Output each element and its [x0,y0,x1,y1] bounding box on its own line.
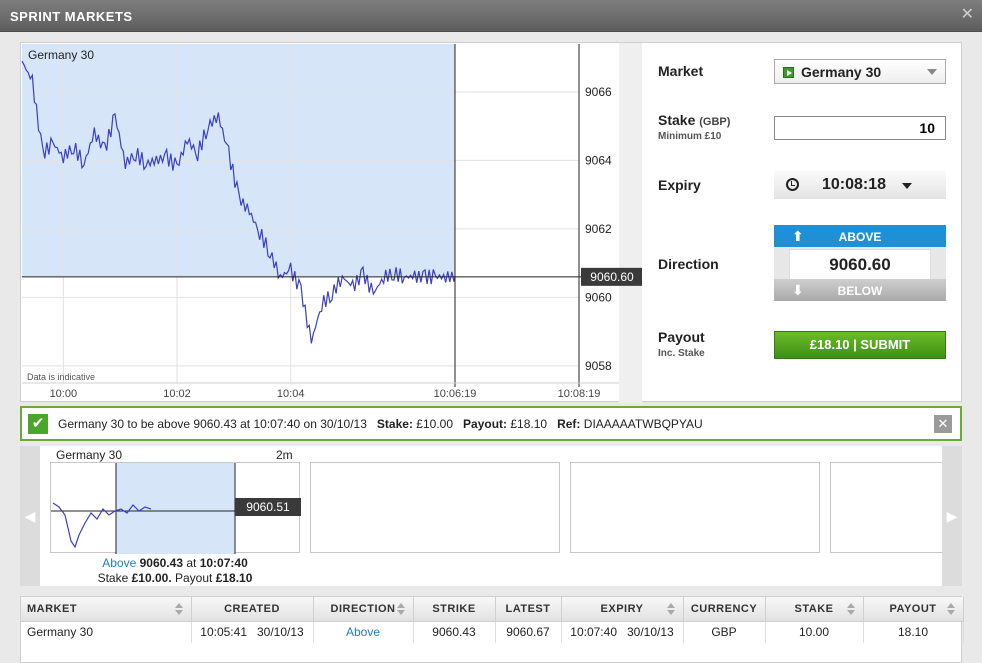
payout-label: Payout [658,329,705,345]
x-tick-label: 10:08:19 [558,388,601,400]
title-bar: SPRINT MARKETS ✕ [0,0,982,32]
mini-position-line2: Stake £10.00. Payout £18.10 [97,571,253,585]
y-tick-label: 9060 [585,290,612,304]
x-tick-label: 10:02 [163,388,191,400]
empty-slot [310,462,560,553]
submit-button[interactable]: £18.10 | SUBMIT [774,331,946,359]
above-label: ABOVE [838,230,882,244]
stake-input[interactable] [774,116,946,140]
mini-above-zone [116,463,235,554]
empty-slot [570,462,820,553]
cell-latest: 9060.67 [495,621,562,643]
col-currency[interactable]: CURRENCY [683,597,766,622]
window-title: SPRINT MARKETS [10,9,133,24]
x-tick-label: 10:00 [50,388,78,400]
expiry-value: 10:08:18 [822,176,887,193]
confirmation-bar: ✔ Germany 30 to be above 9060.43 at 10:0… [20,406,962,441]
cell-created: 10:05:41 30/10/13 [191,621,314,643]
col-created[interactable]: CREATED [191,597,314,622]
stake-unit: (GBP) [699,116,731,128]
y-tick-label: 9062 [585,222,612,236]
col-stake[interactable]: STAKE [765,597,864,622]
expiry-label: Expiry [658,177,701,193]
x-tick-label: 10:06:19 [434,388,477,400]
table-row[interactable]: Germany 30 10:05:41 30/10/13 Above 9060.… [21,621,964,643]
carousel-prev-icon[interactable]: ◀ [20,446,40,586]
mini-chart-svg: 9060.51 [51,463,301,554]
below-button[interactable]: ⬇ BELOW [774,279,946,301]
col-market[interactable]: MARKET [21,597,192,622]
positions-carousel: ◀ ▶ Germany 30 2m 9060.51 Above 9060.43 … [20,446,962,586]
mini-chart-duration: 2m [276,448,293,462]
cell-expiry: 10:07:40 30/10/13 [561,621,684,643]
trade-panel: Market Germany 30 Stake (GBP) Minimum £1… [642,42,962,402]
chevron-down-icon [902,183,912,189]
stake-label: Stake (GBP) [658,112,731,128]
expiry-select[interactable]: 10:08:18 [774,171,946,199]
col-direction[interactable]: DIRECTION [313,597,414,622]
cell-payout: 18.10 [863,621,964,643]
close-icon[interactable]: ✕ [961,7,974,23]
price-tag-label: 9060.60 [590,270,634,284]
market-select[interactable]: Germany 30 [774,59,946,84]
sort-icon [846,603,855,615]
col-expiry[interactable]: EXPIRY [561,597,684,622]
col-strike[interactable]: STRIKE [413,597,496,622]
cell-market: Germany 30 [21,621,192,643]
confirmation-message: Germany 30 to be above 9060.43 at 10:07:… [58,417,703,431]
col-latest[interactable]: LATEST [495,597,562,622]
y-tick-label: 9064 [585,153,612,167]
main-chart[interactable]: 9066 9064 9062 9060 9058 10:00 10:02 10:04 10:06… [20,42,643,403]
indicative-note: Data is indicative [27,372,96,382]
sort-icon [666,603,675,615]
dismiss-icon[interactable]: ✕ [934,415,952,433]
cell-currency: GBP [683,621,766,643]
chart-title: Germany 30 [28,48,95,62]
sort-icon [174,603,183,615]
col-payout[interactable]: PAYOUT [863,597,964,622]
cell-strike: 9060.43 [413,621,496,643]
y-tick-label: 9066 [585,85,612,99]
above-button[interactable]: ⬆ ABOVE [774,225,946,247]
clock-icon [786,178,799,191]
direction-value: 9060.60 [789,249,931,281]
direction-label: Direction [658,256,719,272]
cell-stake: 10.00 [765,621,864,643]
table-header-row: MARKET CREATED DIRECTION STRIKE LATEST E… [21,597,964,622]
y-tick-label: 9058 [585,359,612,373]
mini-chart-title: Germany 30 [56,448,123,462]
axis-gutter [619,43,643,403]
mini-chart[interactable]: 9060.51 [50,462,301,554]
mini-price-label: 9060.51 [246,500,290,514]
cell-direction: Above [313,621,414,643]
chevron-down-icon [927,69,937,75]
below-label: BELOW [837,284,883,298]
play-icon [783,67,794,78]
market-select-value: Germany 30 [801,64,882,80]
mini-position-line1: Above 9060.43 at 10:07:40 [102,556,248,570]
stake-minimum: Minimum £10 [658,131,722,142]
empty-slot [830,462,942,553]
checkmark-icon: ✔ [28,414,48,434]
payout-sub: Inc. Stake [658,348,705,359]
carousel-next-icon[interactable]: ▶ [942,446,962,586]
sort-icon [946,603,955,615]
sort-icon [396,603,405,615]
market-label: Market [658,63,704,79]
positions-table: MARKET CREATED DIRECTION STRIKE LATEST E… [20,596,964,663]
x-tick-label: 10:04 [277,388,305,400]
price-chart-svg: 9066 9064 9062 9060 9058 10:00 10:02 10:04 10:06… [21,43,643,403]
